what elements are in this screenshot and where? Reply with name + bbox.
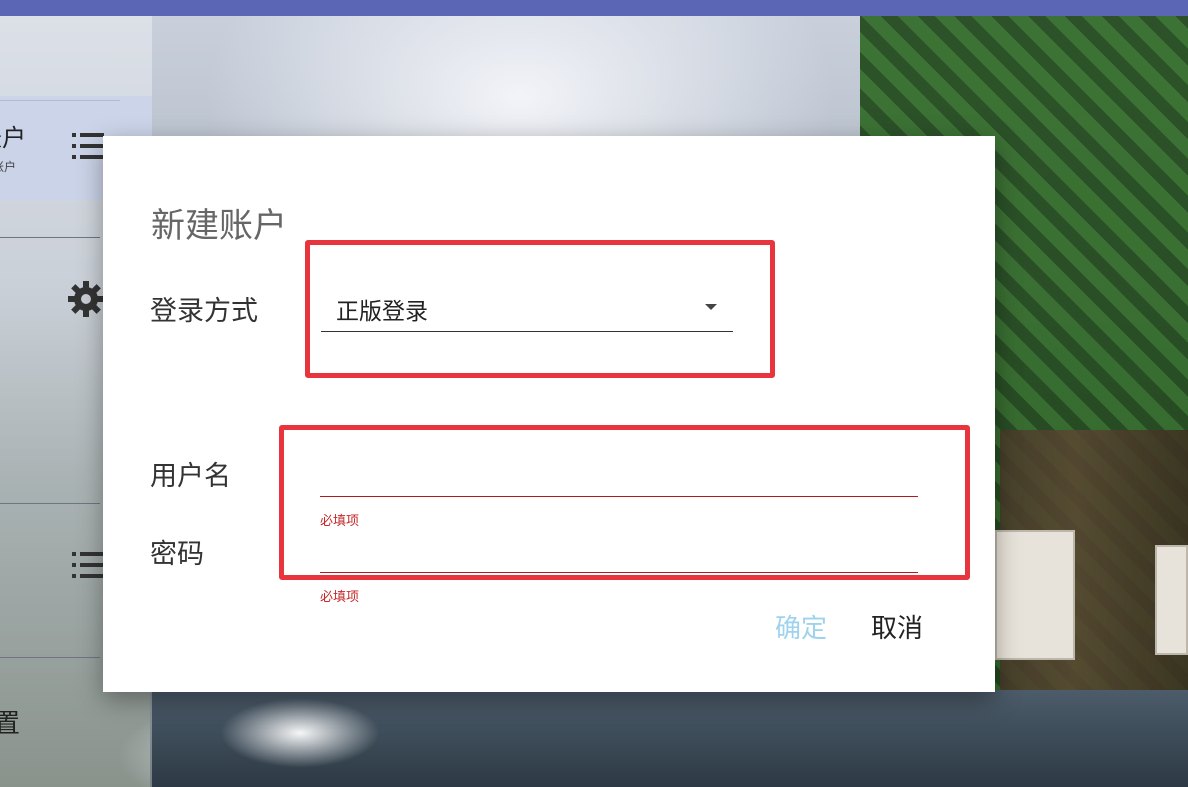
username-label: 用户名 xyxy=(150,461,231,492)
background-water-glare xyxy=(220,698,380,768)
background-rabbit xyxy=(1155,545,1188,655)
password-error-text: 必填项 xyxy=(320,590,360,605)
password-label: 密码 xyxy=(150,539,204,570)
sidebar-divider xyxy=(0,237,100,238)
login-method-selected-value: 正版登录 xyxy=(336,299,428,325)
list-icon[interactable] xyxy=(72,130,104,162)
login-method-select[interactable]: 正版登录 xyxy=(321,284,733,332)
sidebar-divider xyxy=(0,657,100,658)
sidebar-item-account-label: 账户 xyxy=(0,124,26,152)
username-field[interactable] xyxy=(320,457,918,497)
sidebar-item-settings-label[interactable]: 置 xyxy=(0,703,20,740)
background-rabbit xyxy=(995,530,1075,660)
list-icon[interactable] xyxy=(72,549,104,581)
dropdown-caret-icon xyxy=(705,304,717,310)
confirm-button[interactable]: 确定 xyxy=(775,608,827,645)
login-method-label: 登录方式 xyxy=(150,296,258,327)
password-field[interactable] xyxy=(320,533,918,573)
dialog-title: 新建账户 xyxy=(151,206,287,246)
gear-icon[interactable] xyxy=(66,279,106,319)
cancel-button[interactable]: 取消 xyxy=(871,608,923,645)
sidebar-item-account-sublabel: 账户 xyxy=(0,160,17,174)
top-app-bar xyxy=(0,0,1188,16)
sidebar-divider xyxy=(0,503,100,504)
new-account-dialog: 新建账户 登录方式 正版登录 用户名 必填项 密码 必填项 确定 取消 xyxy=(103,136,995,692)
username-error-text: 必填项 xyxy=(320,514,360,529)
